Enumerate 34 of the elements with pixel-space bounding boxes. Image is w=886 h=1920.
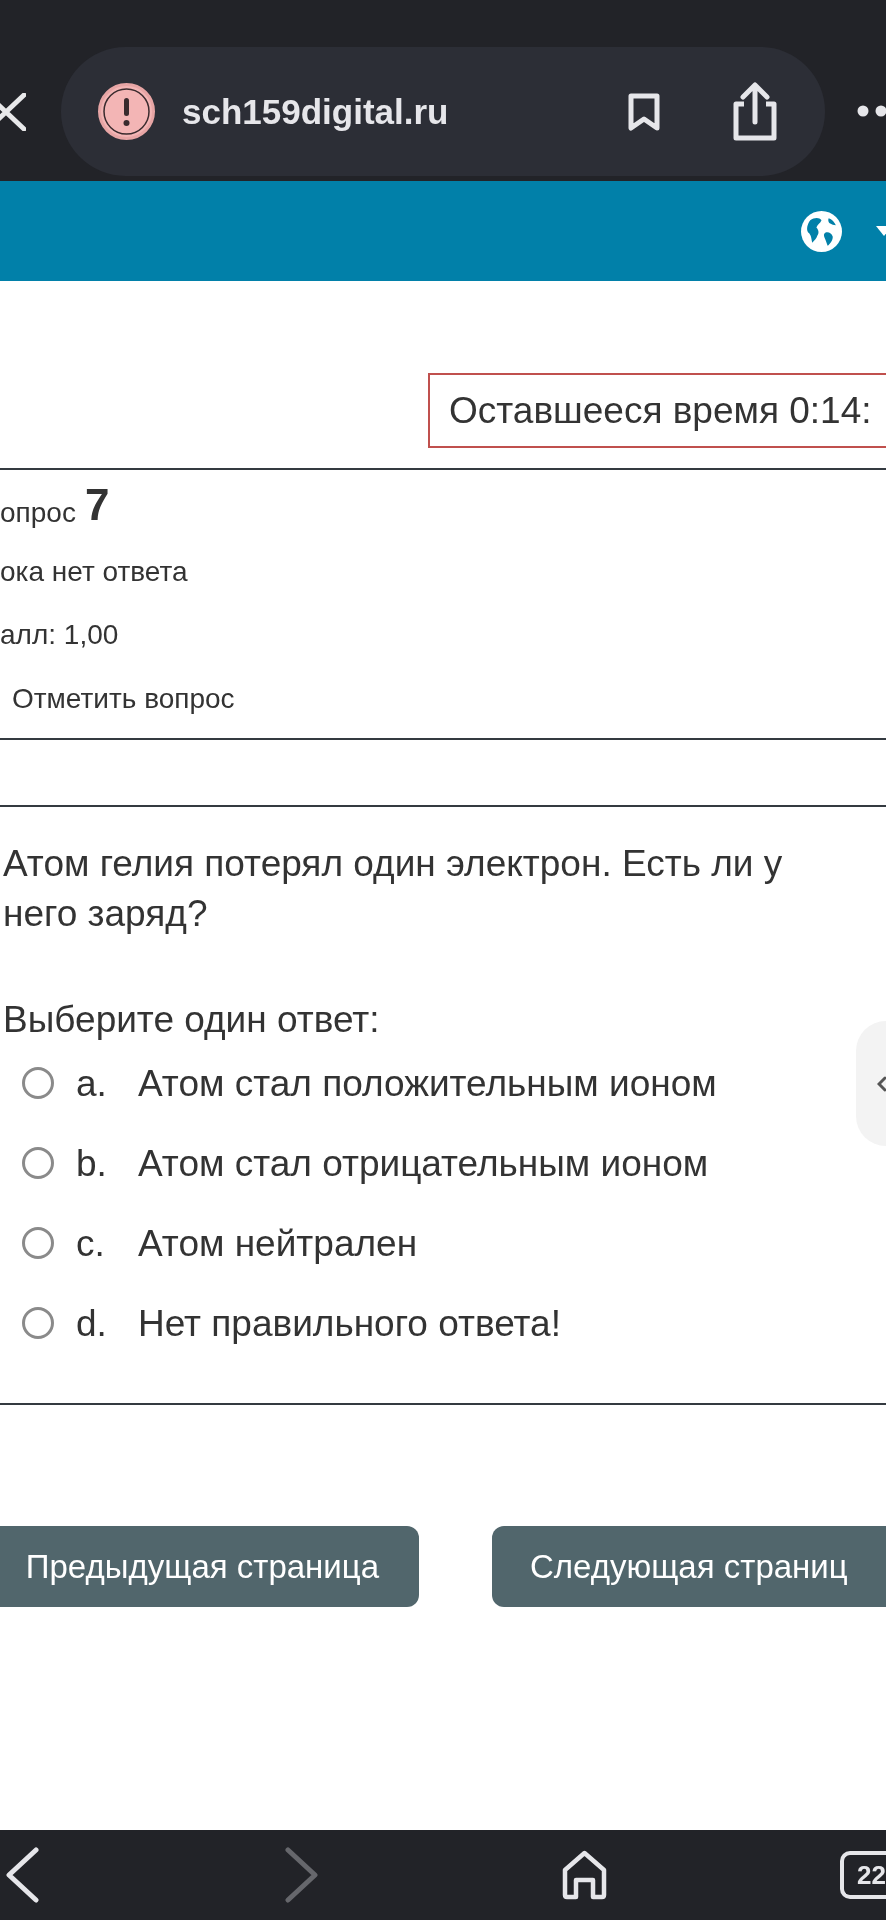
radio-button[interactable] <box>22 1147 54 1179</box>
option-letter: a. <box>76 1064 108 1102</box>
back-icon[interactable] <box>4 1847 39 1903</box>
option-text[interactable]: Атом нейтрален <box>138 1224 418 1262</box>
address-bar[interactable]: sch159digital.ru <box>61 47 825 176</box>
chevron-left-icon[interactable] <box>877 1075 886 1092</box>
close-icon[interactable] <box>0 93 26 131</box>
option-text[interactable]: Нет правильного ответа! <box>138 1304 561 1342</box>
radio-button[interactable] <box>22 1067 54 1099</box>
home-icon[interactable] <box>561 1850 608 1900</box>
option-letter: d. <box>76 1304 108 1342</box>
timer: Оставшееся время 0:14: <box>428 373 886 448</box>
next-page-button[interactable]: Следующая страниц <box>492 1526 886 1607</box>
option-letter: b. <box>76 1144 108 1182</box>
mark-text: алл: 1,00 <box>0 621 119 649</box>
caret-icon[interactable] <box>876 225 886 237</box>
more-icon[interactable] <box>856 104 886 118</box>
flag-question-link[interactable]: Отметить вопрос <box>12 685 235 713</box>
radio-button[interactable] <box>22 1227 54 1259</box>
bookmark-icon[interactable] <box>628 92 660 131</box>
option-text[interactable]: Атом стал положительным ионом <box>138 1064 717 1102</box>
tab-count[interactable]: 22 <box>840 1851 886 1899</box>
option-letter: c. <box>76 1224 106 1262</box>
question-text: Атом гелия потерял один электрон. Есть ли у него заряд? <box>3 842 784 936</box>
question-number: 7 <box>84 483 110 527</box>
previous-page-button[interactable]: Предыдущая страница <box>0 1526 419 1607</box>
question-title-label: опрос <box>0 499 76 527</box>
alert-icon[interactable] <box>98 83 155 140</box>
globe-icon[interactable] <box>801 210 842 252</box>
url-text: sch159digital.ru <box>182 94 449 129</box>
answer-prompt: Выберите один ответ: <box>3 1001 380 1038</box>
radio-button[interactable] <box>22 1307 54 1339</box>
answer-status-text: ока нет ответа <box>0 558 188 586</box>
option-text[interactable]: Атом стал отрицательным ионом <box>138 1144 709 1182</box>
